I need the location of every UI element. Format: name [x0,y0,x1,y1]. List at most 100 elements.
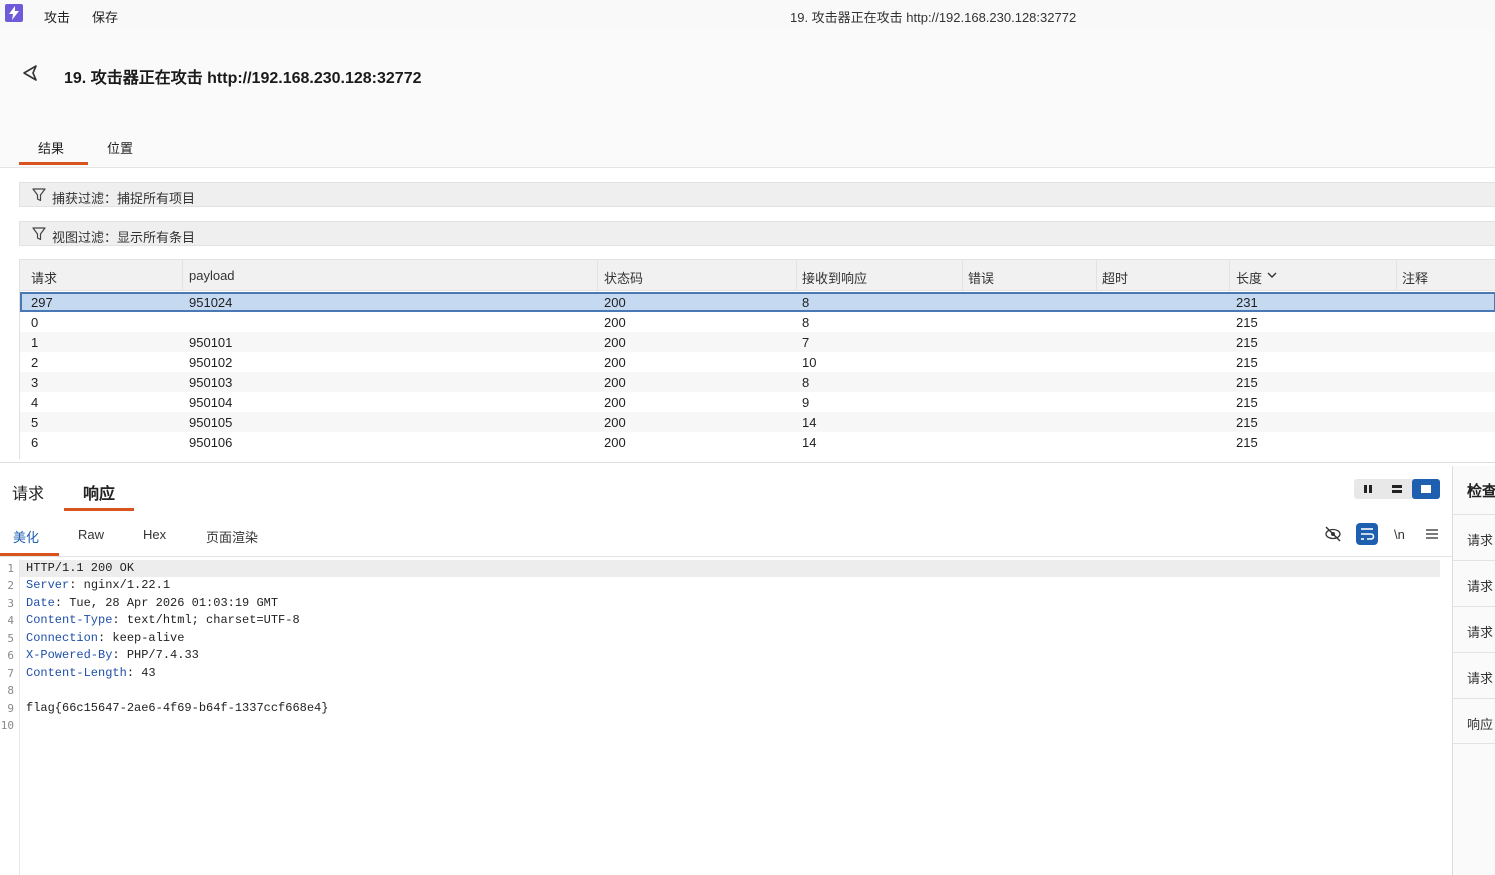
back-icon[interactable] [20,63,40,83]
view-filter-bar[interactable]: 视图过滤：显示所有条目 [19,221,1495,246]
header-line: X-Powered-By: PHP/7.4.33 [26,648,199,662]
wrap-icon[interactable] [1356,523,1378,545]
layout-single-button[interactable] [1412,479,1440,499]
tab-positions[interactable]: 位置 [107,138,133,157]
table-row[interactable]: 3 950103 200 8 215 [20,372,1495,392]
table-row[interactable]: 0 200 8 215 [20,312,1495,332]
column-divider[interactable] [962,260,963,291]
header-line: Content-Length: 43 [26,666,156,680]
column-divider[interactable] [796,260,797,291]
tab-results[interactable]: 结果 [38,138,64,157]
capture-filter-bar[interactable]: 捕获过滤：捕捉所有项目 [19,182,1495,207]
cell-payload: 950101 [189,335,233,350]
cell-status: 200 [604,335,626,350]
inspector-item[interactable]: 请求 [1453,514,1495,560]
single-pane-icon [1421,485,1431,493]
response-editor[interactable]: 1 2 3 4 5 6 7 8 9 10 HTTP/1.1 200 OK Ser… [0,559,1452,875]
line-number: 3 [7,597,14,610]
inspector-item-label: 请求 [1467,533,1494,548]
cell-received: 8 [802,375,810,390]
col-status[interactable]: 状态码 [604,268,643,287]
status-line: HTTP/1.1 200 OK [26,561,135,575]
line-number: 6 [7,649,14,662]
tab-request[interactable]: 请求 [12,480,44,504]
menu-icon[interactable] [1425,528,1439,540]
sort-chevron-icon[interactable] [1267,272,1277,279]
subtab-render[interactable]: 页面渲染 [206,527,258,546]
table-row[interactable]: 6 950106 200 14 215 [20,432,1495,452]
table-row[interactable]: 5 950105 200 14 215 [20,412,1495,432]
header-value: PHP/7.4.33 [126,648,199,662]
cell-length: 215 [1236,415,1258,430]
header-value: Tue, 28 Apr 2026 01:03:19 GMT [69,596,279,610]
header-key: Server [26,578,70,592]
table-row[interactable]: 1 950101 200 7 215 [20,332,1495,352]
menu-attack[interactable]: 攻击 [44,7,70,26]
inspector-item[interactable]: 响应 [1453,698,1495,744]
inspector-item[interactable]: 请求 [1453,652,1495,698]
divider [0,556,1452,557]
subtab-pretty[interactable]: 美化 [13,527,39,546]
column-divider[interactable] [1096,260,1097,291]
header-line: Server: nginx/1.22.1 [26,578,171,592]
col-payload[interactable]: payload [189,268,235,283]
col-response-received[interactable]: 接收到响应 [802,268,867,287]
line-number: 5 [7,632,14,645]
layout-split-vertical-button[interactable] [1383,479,1411,499]
column-divider[interactable] [1229,260,1230,291]
layout-toggle [1354,479,1440,499]
column-divider[interactable] [182,260,183,291]
table-row[interactable]: 4 950104 200 9 215 [20,392,1495,412]
page-title: 19. 攻击器正在攻击 http://192.168.230.128:32772 [64,70,422,87]
table-row[interactable]: 2 950102 200 10 215 [20,352,1495,372]
tab-response[interactable]: 响应 [83,480,115,504]
app-logo-icon[interactable] [5,4,23,22]
filter-icon [32,227,46,241]
inspector-title: 检查 [1467,483,1495,500]
capture-filter-text: 捕获过滤：捕捉所有项目 [52,191,196,206]
table-row[interactable]: 297 951024 200 8 231 [20,292,1495,312]
header-key: Connection [26,631,99,645]
menu-save[interactable]: 保存 [92,7,118,26]
header-line: Content-Type: text/html; charset=UTF-8 [26,613,300,627]
cell-received: 14 [802,435,817,450]
inspector-item-label: 响应 [1467,717,1494,732]
line-number: 10 [0,719,14,732]
splitter[interactable] [0,462,1495,463]
newline-toggle[interactable]: \n [1394,527,1405,542]
line-number: 7 [7,667,14,680]
header-value: 43 [141,666,156,680]
header-key: Date [26,596,55,610]
column-divider[interactable] [1396,260,1397,291]
cell-request: 3 [31,375,39,390]
col-error[interactable]: 错误 [968,268,994,287]
cell-status: 200 [604,395,626,410]
subtab-hex[interactable]: Hex [143,527,166,542]
subtab-raw[interactable]: Raw [78,527,104,542]
column-divider[interactable] [597,260,598,291]
inspector-item[interactable]: 请求 [1453,560,1495,606]
header-value: keep-alive [112,631,185,645]
inspector-item-label: 请求 [1467,625,1494,640]
cell-length: 215 [1236,375,1258,390]
inspector-item[interactable]: 请求 [1453,606,1495,652]
menu-bar: 攻击 保存 19. 攻击器正在攻击 http://192.168.230.128… [0,0,1495,30]
cell-status: 200 [604,415,626,430]
cell-payload: 950104 [189,395,233,410]
hide-icon[interactable] [1324,524,1342,544]
filter-icon [32,188,46,202]
header-value: text/html; charset=UTF-8 [126,613,300,627]
col-comment[interactable]: 注释 [1402,268,1428,287]
cell-status: 200 [604,435,626,450]
layout-split-horizontal-button[interactable] [1354,479,1382,499]
cell-request: 6 [31,435,39,450]
cell-received: 8 [802,315,810,330]
col-timeout[interactable]: 超时 [1102,268,1128,287]
cell-payload: 950103 [189,375,233,390]
col-request[interactable]: 请求 [31,268,57,287]
cell-length: 215 [1236,435,1258,450]
view-filter-text: 视图过滤：显示所有条目 [52,230,196,245]
tab-response-underline [64,508,134,511]
window-title: 19. 攻击器正在攻击 http://192.168.230.128:32772 [790,10,1077,25]
col-length[interactable]: 长度 [1236,268,1262,287]
